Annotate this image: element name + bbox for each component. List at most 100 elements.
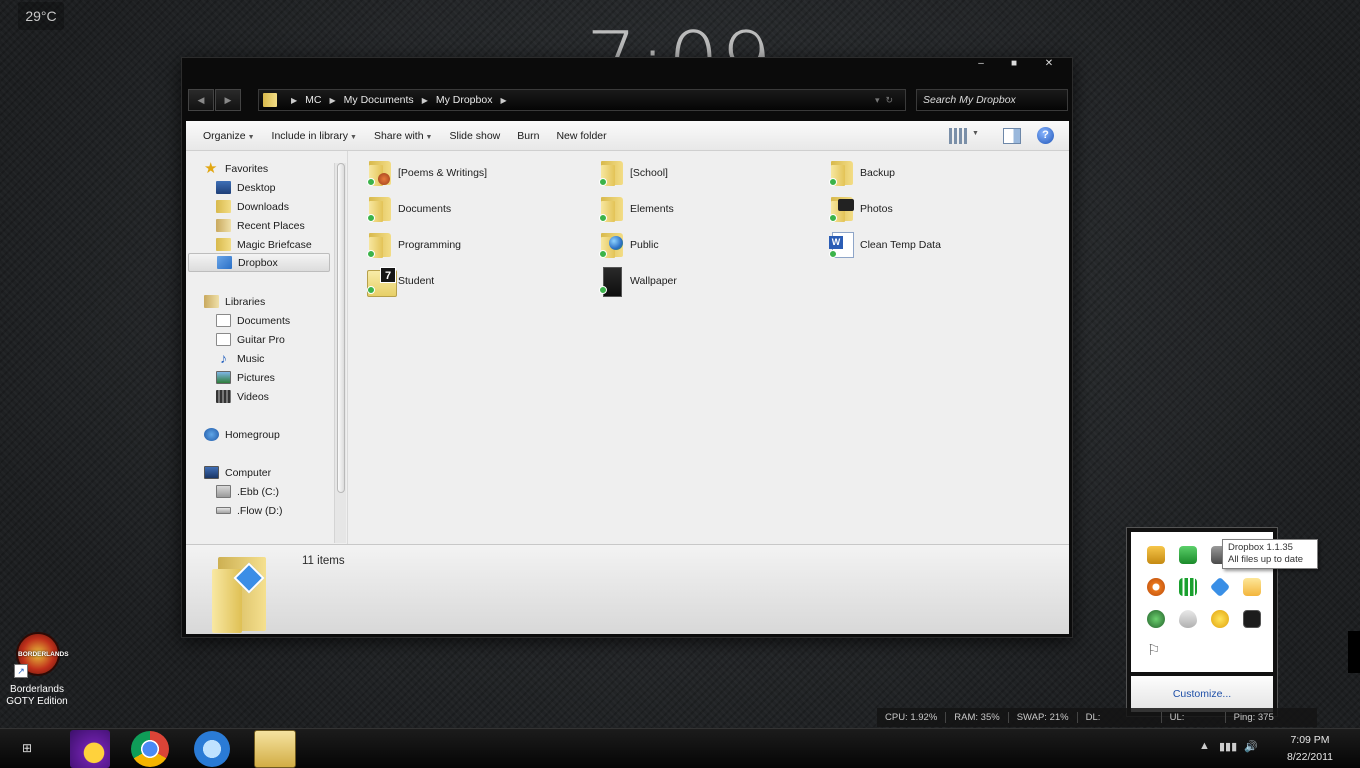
magic-briefcase-folder-icon — [216, 238, 231, 251]
ping-stat: Ping: 375 — [1233, 712, 1274, 723]
app-tray-icon[interactable] — [1243, 610, 1261, 628]
breadcrumb-my-documents[interactable]: My Documents — [344, 94, 414, 106]
navigation-bar: ◀ ▶ ▶ MC ▶ My Documents ▶ My Dropbox ▶ ▾… — [188, 89, 1068, 113]
slide-show-button[interactable]: Slide show — [449, 130, 500, 142]
file-name: Public — [630, 239, 659, 251]
folder-item[interactable]: Backup — [828, 156, 895, 190]
sync-check-icon — [599, 214, 607, 222]
include-in-library-label: Include in library — [271, 129, 348, 142]
show-hidden-icons-icon[interactable]: ▲ — [1199, 740, 1210, 752]
swap-stat: SWAP: 21% — [1009, 712, 1078, 723]
sync-check-icon — [829, 214, 837, 222]
folder-item[interactable]: Photos — [828, 192, 893, 226]
messenger-tray-icon[interactable] — [1211, 610, 1229, 628]
folder-item[interactable]: Programming — [366, 228, 461, 262]
chevron-right-icon: ▶ — [329, 95, 336, 105]
forward-button[interactable]: ▶ — [215, 89, 241, 111]
folder-item[interactable]: [School] — [598, 156, 668, 190]
chevron-right-icon: ▶ — [421, 95, 428, 105]
itunes-taskbar-icon[interactable] — [194, 731, 230, 767]
volume-icon[interactable]: 🔊 — [1244, 740, 1258, 753]
file-item[interactable]: Wallpaper — [598, 264, 677, 298]
search-input[interactable]: Search My Dropbox — [916, 89, 1068, 111]
taskbar-clock-date[interactable]: 8/22/2011 — [1270, 751, 1350, 763]
customize-link[interactable]: Customize... — [1131, 676, 1273, 712]
network-icon[interactable]: ▮▮▮ — [1219, 740, 1237, 753]
pictures-icon — [216, 371, 231, 384]
folder-item[interactable]: Public — [598, 228, 659, 262]
preview-pane-icon[interactable] — [1003, 128, 1021, 144]
chrome-taskbar-icon[interactable] — [131, 731, 169, 767]
borderlands-logo-text: BORDERLANDS — [18, 651, 69, 658]
sidebar-item-label: .Ebb (C:) — [237, 485, 280, 498]
folder-item[interactable]: 7 Student — [366, 264, 434, 298]
sidebar-libraries[interactable]: Libraries — [204, 292, 354, 311]
view-options-icon[interactable] — [949, 128, 967, 144]
view-caret-icon[interactable]: ▼ — [972, 130, 979, 137]
desktop-side-tab[interactable] — [1348, 631, 1360, 673]
folder-icon — [366, 195, 394, 223]
users-tray-icon[interactable] — [1147, 546, 1165, 564]
breadcrumb-my-dropbox[interactable]: My Dropbox — [436, 94, 493, 106]
new-folder-button[interactable]: New folder — [556, 130, 606, 142]
mail-tray-icon[interactable] — [1243, 578, 1261, 596]
dropbox-tray-icon[interactable] — [1209, 576, 1231, 598]
sidebar-favorites[interactable]: ★ Favorites — [204, 159, 354, 178]
share-with-menu[interactable]: Share with ▼ — [374, 130, 433, 142]
folder-item[interactable]: [Poems & Writings] — [366, 156, 487, 190]
sidebar-computer[interactable]: Computer — [204, 463, 354, 482]
skype-tray-icon[interactable] — [1147, 610, 1165, 628]
back-button[interactable]: ◀ — [188, 89, 214, 111]
file-item[interactable]: W Clean Temp Data — [828, 228, 941, 262]
sidebar-item-label: Documents — [237, 314, 291, 327]
videos-icon — [216, 390, 231, 403]
computer-icon — [204, 466, 219, 479]
burn-button[interactable]: Burn — [517, 130, 539, 142]
folder-icon — [366, 231, 394, 259]
address-bar[interactable]: ▶ MC ▶ My Documents ▶ My Dropbox ▶ ▾↻ — [258, 89, 906, 111]
camera-overlay-icon — [838, 199, 854, 211]
include-in-library-menu[interactable]: Include in library ▼ — [272, 130, 357, 142]
help-icon[interactable]: ? — [1037, 127, 1054, 144]
explorer-taskbar-icon[interactable] — [254, 730, 296, 768]
globe-overlay-icon — [609, 236, 623, 250]
desktop-icon-label: Borderlands — [10, 684, 64, 695]
chevron-right-icon: ▶ — [500, 95, 507, 105]
maximize-button[interactable]: ■ — [1003, 56, 1025, 72]
dropbox-folder-large-icon — [212, 551, 282, 633]
homegroup-icon — [204, 428, 219, 441]
breadcrumb-mc[interactable]: MC — [305, 94, 321, 106]
folder-item[interactable]: Documents — [366, 192, 451, 226]
scrollbar-thumb[interactable] — [337, 163, 345, 493]
folder-item[interactable]: Elements — [598, 192, 674, 226]
folder-icon — [828, 159, 856, 187]
close-button[interactable]: ✕ — [1038, 56, 1060, 72]
shortcut-arrow-icon: ↗ — [14, 664, 28, 678]
organize-label: Organize — [203, 129, 246, 142]
sync-tray-icon[interactable] — [1179, 546, 1197, 564]
start-button[interactable]: ⊞ — [14, 741, 40, 759]
borderlands-desktop-shortcut[interactable]: BORDERLANDS ↗ Borderlands GOTY Edition — [4, 632, 70, 712]
sidebar-item-dropbox[interactable]: Dropbox — [188, 253, 330, 272]
action-center-flag-icon[interactable]: ⚐ — [1147, 642, 1165, 660]
yahoo-messenger-taskbar-icon[interactable] — [70, 730, 110, 768]
sidebar-item-label: Recent Places — [237, 219, 305, 232]
libraries-icon — [204, 295, 219, 308]
sidebar-scrollbar[interactable] — [334, 163, 346, 543]
minimize-button[interactable]: – — [970, 56, 992, 72]
content-area: ★ Favorites Desktop Downloads Recent Plac… — [186, 151, 1069, 544]
download-stat: DL: — [1078, 712, 1162, 723]
word-badge: W — [829, 236, 843, 249]
drive-d-icon — [216, 507, 231, 514]
address-dropdown-icon[interactable]: ▾↻ — [875, 95, 905, 106]
taskbar-clock-time[interactable]: 7:09 PM — [1270, 734, 1350, 746]
utorrent-tray-icon[interactable] — [1147, 578, 1165, 596]
signal-tray-icon[interactable] — [1179, 578, 1197, 596]
sidebar-homegroup[interactable]: Homegroup — [204, 425, 354, 444]
sidebar-favorites-label: Favorites — [225, 162, 269, 175]
organize-menu[interactable]: Organize ▼ — [203, 130, 255, 142]
folder-icon — [598, 195, 626, 223]
sidebar-item-label: .Flow (D:) — [237, 504, 283, 517]
drop-tray-icon[interactable] — [1179, 610, 1197, 628]
sidebar-item-label: Dropbox — [238, 256, 278, 269]
